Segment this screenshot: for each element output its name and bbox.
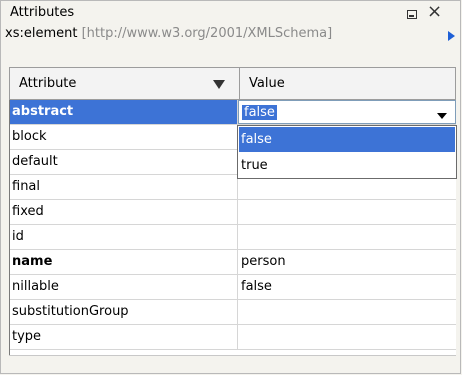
element-context-bar: xs:element [http://www.w3.org/2001/XMLSc… bbox=[5, 26, 457, 44]
column-header-value[interactable]: Value bbox=[240, 68, 455, 99]
attribute-value-cell[interactable] bbox=[238, 225, 456, 249]
value-combo-box[interactable]: false bbox=[238, 100, 456, 124]
panel-title: Attributes bbox=[10, 5, 75, 20]
table-row[interactable]: type bbox=[10, 325, 456, 350]
attribute-name-cell[interactable]: default bbox=[10, 150, 238, 174]
combo-dropdown-arrow-icon[interactable] bbox=[437, 113, 447, 119]
dropdown-option-false[interactable]: false bbox=[239, 127, 455, 152]
table-row[interactable]: id bbox=[10, 225, 456, 250]
attribute-name-cell[interactable]: name bbox=[10, 250, 238, 274]
dropdown-option-true[interactable]: true bbox=[239, 153, 455, 178]
context-menu-arrow-icon[interactable] bbox=[448, 31, 455, 41]
table-bottom-divider bbox=[9, 355, 456, 356]
table-header: Attribute Value bbox=[9, 67, 456, 100]
table-row[interactable]: nillable false bbox=[10, 275, 456, 300]
sort-down-icon[interactable] bbox=[213, 80, 225, 89]
column-header-value-label: Value bbox=[249, 76, 285, 91]
attribute-name-cell[interactable]: block bbox=[10, 125, 238, 149]
attribute-value-cell[interactable]: person bbox=[238, 250, 456, 274]
table-row[interactable]: name person bbox=[10, 250, 456, 275]
value-dropdown-list: false true bbox=[237, 125, 457, 179]
panel-titlebar: Attributes × bbox=[1, 1, 460, 23]
column-header-attribute-label: Attribute bbox=[19, 76, 77, 91]
attribute-value-cell[interactable] bbox=[238, 300, 456, 324]
attribute-value-cell[interactable] bbox=[238, 325, 456, 349]
context-element-name: xs:element bbox=[5, 26, 78, 41]
attribute-name-cell[interactable]: fixed bbox=[10, 200, 238, 224]
close-icon[interactable]: × bbox=[427, 2, 442, 22]
context-namespace: [http://www.w3.org/2001/XMLSchema] bbox=[77, 26, 333, 41]
table-row[interactable]: substitutionGroup bbox=[10, 300, 456, 325]
table-row[interactable]: abstract false bbox=[10, 100, 456, 125]
attribute-name-cell[interactable]: final bbox=[10, 175, 238, 199]
attribute-name-cell[interactable]: type bbox=[10, 325, 238, 349]
minimize-icon[interactable] bbox=[407, 10, 417, 19]
attribute-value-cell[interactable]: false bbox=[238, 275, 456, 299]
attribute-name-cell[interactable]: abstract bbox=[10, 100, 238, 124]
column-header-attribute[interactable]: Attribute bbox=[10, 68, 240, 99]
table-row[interactable]: fixed bbox=[10, 200, 456, 225]
attribute-name-cell[interactable]: substitutionGroup bbox=[10, 300, 238, 324]
attribute-value-cell[interactable] bbox=[238, 200, 456, 224]
attribute-name-cell[interactable]: nillable bbox=[10, 275, 238, 299]
attribute-name-cell[interactable]: id bbox=[10, 225, 238, 249]
value-combo-text[interactable]: false bbox=[242, 105, 277, 120]
